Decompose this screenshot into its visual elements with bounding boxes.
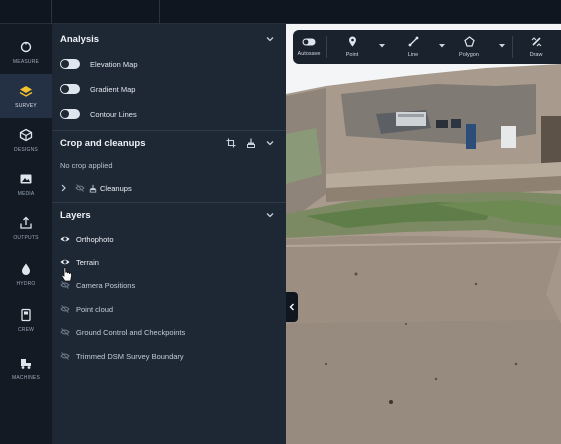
eye-icon[interactable] xyxy=(60,234,70,244)
collapse-panel-button[interactable] xyxy=(286,292,298,322)
point-tool-button[interactable]: Point xyxy=(340,30,364,64)
layer-label: Terrain xyxy=(76,257,99,267)
rail-item-designs[interactable]: DESIGNS xyxy=(0,118,52,162)
crop-icon[interactable] xyxy=(226,138,236,148)
line-label: Line xyxy=(407,52,419,58)
layer-label: Camera Positions xyxy=(76,280,136,290)
rail-item-label: MEASURE xyxy=(12,58,40,65)
crop-section-title: Crop and cleanups xyxy=(60,137,146,149)
media-icon xyxy=(20,174,32,183)
rail-item-media[interactable]: MEDIA xyxy=(0,162,52,206)
top-strip-segment xyxy=(0,0,52,24)
chevron-down-icon[interactable] xyxy=(266,211,274,219)
rail-item-measure[interactable]: MEASURE xyxy=(0,30,52,74)
map-pin-icon xyxy=(348,36,356,47)
section-divider xyxy=(52,202,286,203)
layer-label: Point cloud xyxy=(76,304,114,314)
toggle-elevation-map[interactable]: Elevation Map xyxy=(60,56,138,72)
layer-item-orthophoto[interactable]: Orthophoto xyxy=(60,232,114,246)
layer-item-trimmed-dsm[interactable]: Trimmed DSM Survey Boundary xyxy=(60,349,184,363)
rail-item-label: MEDIA xyxy=(17,190,35,197)
draw-label: Draw xyxy=(529,52,543,58)
rail-item-label: DESIGNS xyxy=(14,146,38,153)
toggle-switch[interactable] xyxy=(60,84,80,94)
eye-off-icon[interactable] xyxy=(60,351,70,361)
toolbar-separator xyxy=(512,36,513,58)
toggle-label: Contour Lines xyxy=(90,109,137,119)
top-strip-segment xyxy=(52,0,160,24)
cleanup-brush-icon xyxy=(89,184,97,192)
layer-item-ground-control[interactable]: Ground Control and Checkpoints xyxy=(60,325,185,339)
cleanups-row[interactable]: Cleanups xyxy=(60,181,132,195)
eye-off-icon[interactable] xyxy=(60,304,70,314)
polygon-tool-icon xyxy=(463,36,475,47)
rail-item-machines[interactable]: MACHINES xyxy=(0,346,52,390)
rail-item-label: OUTPUTS xyxy=(13,234,39,241)
layer-label: Ground Control and Checkpoints xyxy=(76,327,186,337)
eye-off-icon[interactable] xyxy=(60,327,70,337)
survey-layers-icon xyxy=(19,85,33,97)
left-navigation-rail: MEASURE SURVEY DESIGNS MEDIA OUTPUTS HYD… xyxy=(0,24,52,444)
hand-pointer-cursor-icon xyxy=(61,267,72,282)
chevron-right-icon[interactable] xyxy=(60,184,67,192)
rail-item-hydro[interactable]: HYDRO xyxy=(0,252,52,296)
draw-pencil-icon xyxy=(531,37,541,47)
map-toolbar: Autosave Point Line Polygon Draw xyxy=(293,30,561,64)
autosave-toggle[interactable]: Autosave xyxy=(295,30,323,64)
measure-icon xyxy=(20,41,32,52)
survey-panel: Analysis Elevation Map Gradient Map Cont… xyxy=(52,24,286,444)
cleanups-label: Cleanups xyxy=(100,183,132,193)
eye-off-icon[interactable] xyxy=(75,183,85,193)
toolbar-separator xyxy=(326,36,327,58)
cleanup-brush-icon[interactable] xyxy=(246,138,256,148)
section-divider xyxy=(52,130,286,131)
terrain-orthophoto[interactable] xyxy=(286,24,561,444)
toggle-label: Elevation Map xyxy=(90,59,138,69)
line-tool-button[interactable]: Line xyxy=(401,30,425,64)
layer-label: Trimmed DSM Survey Boundary xyxy=(76,351,184,361)
toggle-contour-lines[interactable]: Contour Lines xyxy=(60,106,137,122)
rail-item-crew[interactable]: CREW xyxy=(0,298,52,342)
toggle-label: Gradient Map xyxy=(90,84,136,94)
eye-icon[interactable] xyxy=(60,257,70,267)
layer-item-point-cloud[interactable]: Point cloud xyxy=(60,302,113,316)
toggle-switch[interactable] xyxy=(60,109,80,119)
toggle-gradient-map[interactable]: Gradient Map xyxy=(60,81,135,97)
crew-icon xyxy=(21,308,31,321)
polygon-tool-button[interactable]: Polygon xyxy=(453,30,485,64)
autosave-label: Autosave xyxy=(297,50,321,57)
outputs-icon xyxy=(20,216,32,229)
designs-icon xyxy=(19,128,33,141)
analysis-section-title: Analysis xyxy=(60,33,100,45)
layers-section-header[interactable]: Layers xyxy=(52,204,286,226)
machines-icon xyxy=(21,358,31,369)
hydro-drop-icon xyxy=(22,263,30,275)
rail-item-outputs[interactable]: OUTPUTS xyxy=(0,206,52,250)
toggle-switch[interactable] xyxy=(60,59,80,69)
line-tool-icon xyxy=(408,36,418,47)
crop-status-text: No crop applied xyxy=(60,161,113,170)
chevron-down-icon[interactable] xyxy=(266,35,274,43)
top-strip xyxy=(0,0,561,24)
rail-item-label: HYDRO xyxy=(16,280,36,287)
chevron-down-icon[interactable] xyxy=(266,139,274,147)
rail-item-survey[interactable]: SURVEY xyxy=(0,74,52,118)
draw-tool-button[interactable]: Draw xyxy=(523,30,549,64)
polygon-dropdown-caret-icon[interactable] xyxy=(499,44,505,48)
point-dropdown-caret-icon[interactable] xyxy=(379,44,385,48)
layer-label: Orthophoto xyxy=(76,234,114,244)
rail-item-label: MACHINES xyxy=(12,374,40,381)
polygon-label: Polygon xyxy=(459,52,479,58)
layers-section-title: Layers xyxy=(60,209,91,221)
chevron-left-icon xyxy=(289,303,294,311)
line-dropdown-caret-icon[interactable] xyxy=(439,44,445,48)
rail-item-label: SURVEY xyxy=(15,102,37,109)
toggle-icon xyxy=(302,38,316,45)
rail-item-label: CREW xyxy=(17,326,35,333)
map-viewport[interactable] xyxy=(286,24,561,444)
crop-section-header[interactable]: Crop and cleanups xyxy=(52,132,286,154)
analysis-section-header[interactable]: Analysis xyxy=(52,28,286,50)
point-label: Point xyxy=(345,52,359,58)
